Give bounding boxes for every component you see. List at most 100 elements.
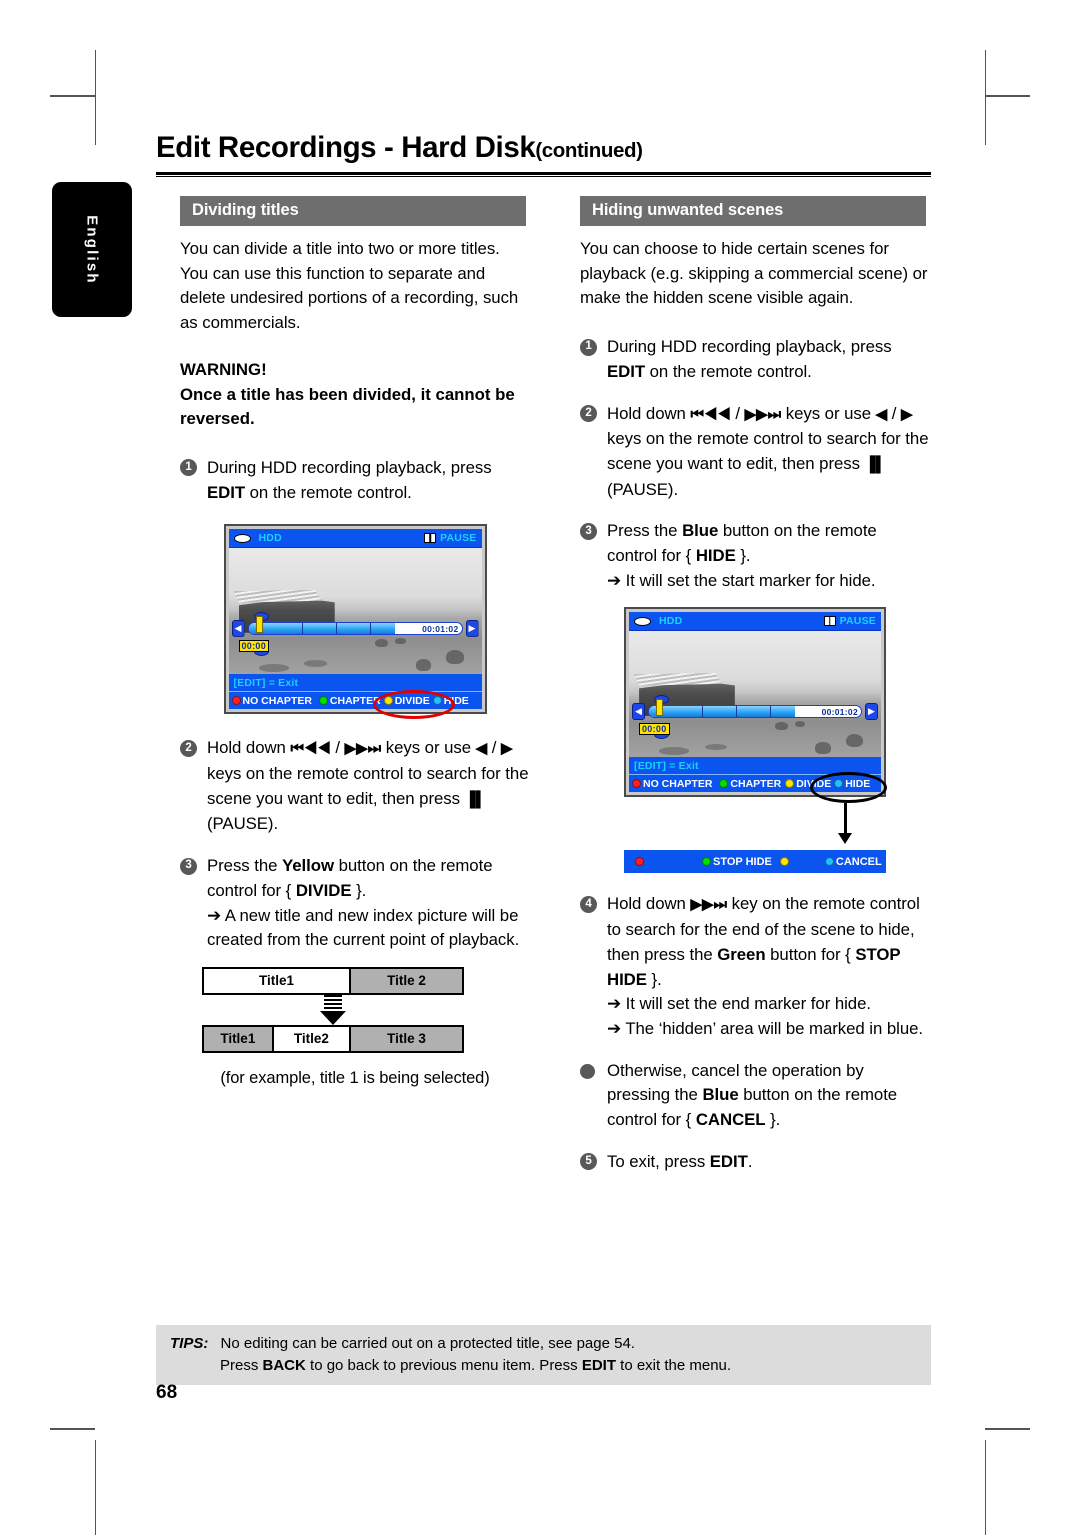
diagram-row-after: Title1 Title2 Title 3 [202, 1024, 464, 1053]
osd-key-label: CHAPTER [329, 694, 381, 707]
right-column: Hiding unwanted scenes You can choose to… [580, 196, 930, 1174]
osd-elapsed-time: 00:00 [639, 722, 670, 735]
osd-key-no-chapter[interactable]: NO CHAPTER [231, 695, 312, 707]
yellow-key-icon [779, 857, 789, 867]
right-step-3: 3 Press the Blue button on the remote co… [580, 519, 930, 593]
pointer-arrow-line [844, 803, 847, 836]
section-header-label: Hiding unwanted scenes [592, 201, 784, 219]
tips-line-2-text: to go back to previous menu item. Press [305, 1356, 582, 1374]
seek-cursor[interactable] [656, 698, 663, 716]
step-text: / [887, 403, 902, 423]
osd-key-label: STOP HIDE [713, 855, 772, 868]
step-text: }. [646, 969, 662, 989]
tips-row-2: Press BACK to go back to previous menu i… [156, 1355, 931, 1377]
seek-bar-track[interactable]: 00:01:02 [247, 621, 463, 635]
hiding-scenes-intro: You can choose to hide certain scenes fo… [580, 239, 928, 308]
crop-mark-bottom-left [95, 1440, 96, 1535]
osd-key-no-chapter[interactable]: NO CHAPTER [632, 778, 712, 790]
osd-color-key-bar: NO CHAPTER CHAPTER DIVIDE HIDE [629, 774, 881, 793]
cancelbar-key-cancel[interactable]: CANCEL [824, 855, 882, 868]
step-bold-hide: HIDE [695, 546, 736, 566]
diagram-cell: Title1 [204, 968, 352, 993]
seek-bar-overlay: ◀ ▶ 00:01:02 00:00 [632, 694, 878, 739]
seek-left-arrow-icon[interactable]: ◀ [632, 702, 645, 720]
step-text: / [330, 738, 345, 758]
osd-key-divide[interactable]: DIVIDE [785, 778, 831, 790]
section-header-dividing-titles: Dividing titles [180, 196, 526, 226]
seek-bar-track[interactable]: 00:01:02 [648, 704, 862, 718]
step-text: }. [735, 546, 751, 566]
title-split-diagram: Title1 Title 2 Title1 Title2 Title 3 [202, 966, 464, 1053]
step-number-badge: 4 [580, 895, 597, 913]
page-title-main: Edit Recordings - Hard Disk [156, 131, 536, 164]
page-title: Edit Recordings - Hard Disk(continued) [156, 131, 643, 165]
bush-shape [415, 659, 431, 671]
yellow-key-icon [383, 696, 393, 706]
blue-key-icon [834, 779, 844, 789]
seek-left-arrow-icon[interactable]: ◀ [231, 619, 245, 637]
chapter-tick [335, 622, 337, 634]
cancelbar-key-red[interactable] [635, 857, 646, 867]
step-text: Hold down [607, 894, 691, 914]
seek-right-arrow-icon[interactable]: ▶ [865, 702, 878, 720]
step-number-badge: 2 [180, 739, 197, 757]
split-arrow-icon [320, 994, 346, 1025]
skip-forward-icon: ▶▶⏭ [744, 405, 782, 423]
diagram-row-before: Title1 Title 2 [202, 966, 464, 995]
cancelbar-key-stop-hide[interactable]: STOP HIDE [702, 856, 772, 868]
seek-bar-fill [649, 705, 796, 717]
seek-cursor[interactable] [255, 615, 263, 633]
step-result-2: ➔ The ‘hidden’ area will be marked in bl… [607, 1018, 924, 1038]
green-key-icon [719, 779, 729, 789]
diagram-cell-label: Title1 [220, 1031, 256, 1047]
pause-icon [424, 533, 437, 544]
step-text: Hold down [607, 403, 691, 423]
right-step-2: 2 Hold down ⏮◀◀ / ▶▶⏭ keys or use ◀ / ▶ … [580, 402, 930, 503]
osd-key-label: CANCEL [835, 855, 882, 868]
right-step-5: 5 To exit, press EDIT. [580, 1150, 930, 1175]
osd-key-hide[interactable]: HIDE [834, 778, 870, 790]
step-text: / [730, 403, 745, 423]
pause-glyph-icon: ▐▌ [864, 455, 886, 473]
bush-shape [446, 650, 464, 665]
diagram-cell: Title 3 [351, 1026, 462, 1051]
red-key-icon [632, 779, 641, 789]
left-step-3: 3 Press the Yellow button on the remote … [180, 854, 530, 953]
diagram-cell-label: Title 3 [387, 1031, 426, 1047]
tips-line-1: No editing can be carried out on a prote… [220, 1335, 635, 1352]
osd-exit-hint: [EDIT] = Exit [629, 757, 881, 775]
osd-key-chapter[interactable]: CHAPTER [719, 778, 781, 790]
diagram-caption: (for example, title 1 is being selected) [220, 1068, 490, 1087]
step-text: (PAUSE). [207, 814, 279, 834]
bush-shape [815, 742, 831, 754]
title-divider [156, 172, 931, 177]
crop-mark-bottom-left-h [50, 1428, 95, 1430]
page-title-continued: (continued) [535, 139, 643, 162]
step-bold-blue: Blue [682, 521, 719, 541]
step-bold-blue: Blue [702, 1085, 739, 1105]
step-number-badge: 1 [180, 459, 197, 477]
seek-right-arrow-icon[interactable]: ▶ [465, 619, 479, 637]
diagram-cell: Title2 [273, 1026, 352, 1051]
cancelbar-key-yellow[interactable] [779, 857, 791, 867]
osd-key-hide[interactable]: HIDE [432, 695, 469, 707]
shed-roof-shape [634, 673, 723, 686]
osd-key-chapter[interactable]: CHAPTER [318, 694, 381, 707]
osd-key-label: CHAPTER [730, 777, 782, 790]
step-bold-divide: DIVIDE [295, 880, 352, 900]
osd-key-divide[interactable]: DIVIDE [383, 695, 430, 707]
crop-mark-top-left [95, 50, 96, 145]
step-text: button for { [765, 944, 856, 964]
step-text-cont: on the remote control. [245, 482, 412, 502]
tips-footer: TIPS: No editing can be carried out on a… [156, 1325, 931, 1385]
step-text: keys or use [381, 738, 476, 758]
dividing-titles-intro: You can divide a title into two or more … [180, 239, 519, 333]
crop-mark-bottom-right [985, 1440, 986, 1535]
stop-hide-key-bar: STOP HIDE CANCEL [624, 850, 886, 874]
step-text: }. [765, 1110, 781, 1130]
red-key-icon [231, 696, 241, 706]
step-bold-edit: EDIT [709, 1151, 748, 1171]
diagram-cell-label: Title 2 [387, 973, 426, 989]
diagram-cell-label: Title1 [259, 973, 295, 989]
tips-row-1: TIPS: No editing can be carried out on a… [156, 1333, 931, 1355]
